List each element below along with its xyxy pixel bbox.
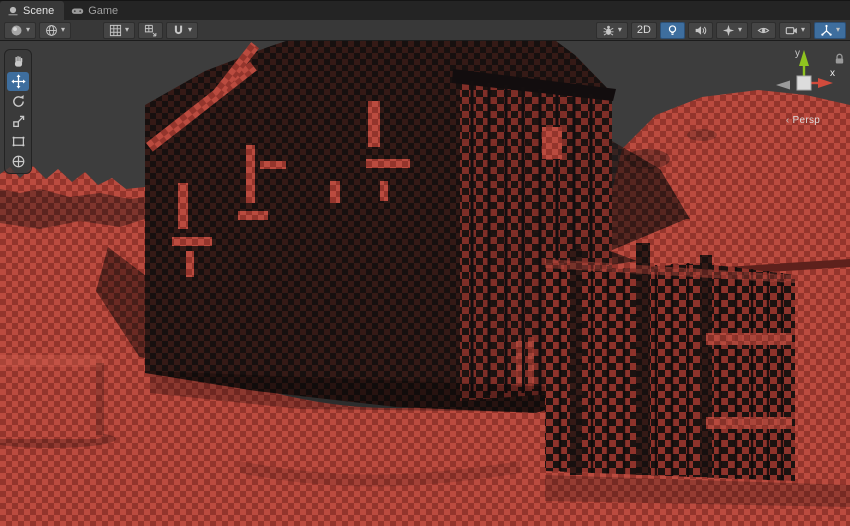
rotate-icon: [11, 94, 26, 109]
draw-mode-dropdown[interactable]: ▾: [4, 22, 36, 39]
effects-dropdown[interactable]: ▾: [716, 22, 748, 39]
tab-bar: Scene Game: [0, 1, 850, 20]
tool-palette: [4, 49, 32, 174]
wire-sphere-icon: [45, 24, 58, 37]
rendering-debug-dropdown[interactable]: ▾: [596, 22, 628, 39]
rect-icon: [11, 134, 26, 149]
shaded-sphere-icon: [10, 24, 23, 37]
persp-arrow-icon: ‹: [786, 115, 790, 126]
chevron-down-icon: ▾: [836, 26, 840, 34]
scene-tab-icon: [7, 5, 19, 17]
2d-label: 2D: [637, 25, 651, 36]
transform-tool-button[interactable]: [7, 152, 29, 171]
sparkle-icon: [722, 24, 735, 37]
tab-scene-label: Scene: [23, 5, 54, 17]
chevron-down-icon: ▾: [61, 26, 65, 34]
tab-game-label: Game: [88, 5, 118, 17]
camera-icon: [785, 24, 798, 37]
snap-settings-dropdown[interactable]: ▾: [166, 22, 198, 39]
persp-label: Persp: [793, 115, 821, 126]
chevron-down-icon: ▾: [738, 26, 742, 34]
gizmo-y-label: y: [795, 48, 800, 59]
scale-tool-button[interactable]: [7, 112, 29, 131]
chevron-down-icon: ▾: [801, 26, 805, 34]
magnet-icon: [172, 24, 185, 37]
orientation-gizmo[interactable]: y x: [768, 45, 838, 115]
camera-settings-dropdown[interactable]: ▾: [779, 22, 811, 39]
bug-icon: [602, 24, 615, 37]
draw-mode-secondary-dropdown[interactable]: ▾: [39, 22, 71, 39]
foreground-crate: [0, 355, 116, 448]
gizmo-y-axis[interactable]: [799, 50, 809, 77]
game-tab-icon: [71, 5, 84, 17]
gizmo-neg-axis[interactable]: [776, 81, 790, 90]
tab-scene[interactable]: Scene: [0, 1, 64, 20]
eye-icon: [757, 24, 770, 37]
chevron-down-icon: ▾: [618, 26, 622, 34]
lock-icon[interactable]: [834, 52, 845, 70]
toolbar-left-group: ▾ ▾ ▾: [4, 22, 198, 39]
audio-toggle-button[interactable]: [688, 22, 713, 39]
scene-render[interactable]: [0, 41, 850, 526]
projection-toggle[interactable]: ‹Persp: [768, 115, 838, 126]
grid-visibility-dropdown[interactable]: ▾: [103, 22, 135, 39]
chevron-down-icon: ▾: [188, 26, 192, 34]
snap-increment-button[interactable]: [138, 22, 163, 39]
lightbulb-icon: [666, 24, 679, 37]
rect-tool-button[interactable]: [7, 132, 29, 151]
gizmos-dropdown[interactable]: ▾: [814, 22, 846, 39]
view-tool-button[interactable]: [7, 52, 29, 71]
gizmo-center-cube[interactable]: [797, 76, 811, 90]
axis-gizmo-icon: [820, 24, 833, 37]
speaker-icon: [694, 24, 707, 37]
snap-grid-icon: [144, 24, 157, 37]
chevron-down-icon: ▾: [125, 26, 129, 34]
grid-icon: [109, 24, 122, 37]
unity-scene-view: Scene Game ▾ ▾: [0, 0, 850, 526]
2d-toggle-button[interactable]: 2D: [631, 22, 657, 39]
scene-visibility-button[interactable]: [751, 22, 776, 39]
transform-icon: [11, 154, 26, 169]
scale-icon: [11, 114, 26, 129]
tab-game[interactable]: Game: [64, 1, 128, 20]
scene-viewport[interactable]: y x ‹Persp: [0, 41, 850, 526]
lighting-toggle-button[interactable]: [660, 22, 685, 39]
move-icon: [11, 74, 26, 89]
rotate-tool-button[interactable]: [7, 92, 29, 111]
scene-toolbar: ▾ ▾ ▾: [0, 20, 850, 41]
toolbar-right-group: ▾ 2D ▾: [596, 22, 846, 39]
move-tool-button[interactable]: [7, 72, 29, 91]
gizmo-x-axis[interactable]: [811, 78, 833, 88]
chevron-down-icon: ▾: [26, 26, 30, 34]
hand-icon: [11, 54, 26, 69]
